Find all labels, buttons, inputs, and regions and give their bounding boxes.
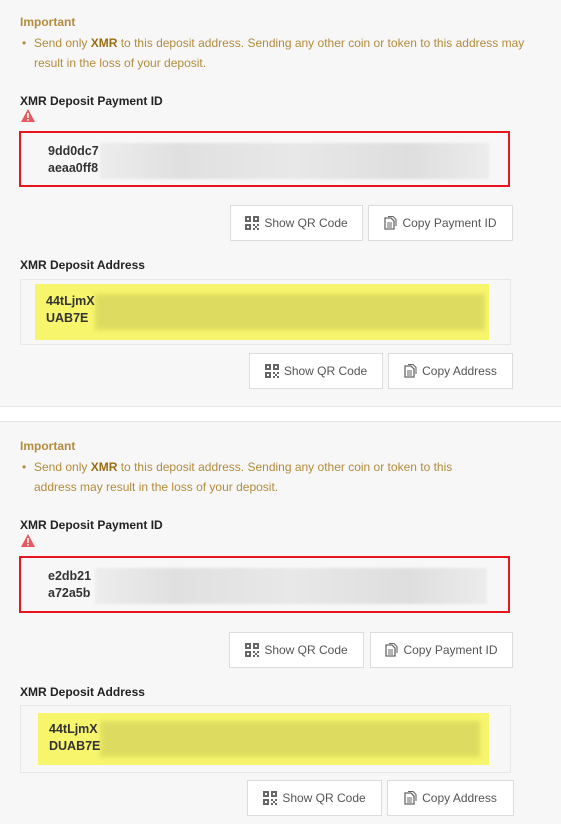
deposit-address-label: XMR Deposit Address	[20, 258, 145, 272]
qr-code-icon	[245, 643, 260, 657]
redacted-blur	[100, 721, 480, 757]
important-notice: Send only XMR to this deposit address. S…	[20, 33, 552, 73]
copy-address-button[interactable]: Copy Address	[388, 353, 513, 389]
payment-id-label: XMR Deposit Payment ID	[20, 94, 163, 108]
deposit-address-box[interactable]: 44tLjmX DUAB7E	[20, 705, 511, 773]
show-qr-code-address-button[interactable]: Show QR Code	[247, 780, 382, 816]
coin-name: XMR	[90, 36, 118, 50]
qr-code-icon	[264, 364, 279, 378]
show-qr-code-payment-id-button[interactable]: Show QR Code	[230, 205, 363, 241]
important-notice: Send only XMR to this deposit address. S…	[20, 457, 490, 497]
redacted-blur	[95, 568, 487, 604]
deposit-address-value[interactable]: 44tLjmX UAB7E	[46, 293, 95, 327]
payment-id-label: XMR Deposit Payment ID	[20, 518, 163, 532]
address-highlight: 44tLjmX DUAB7E	[38, 713, 489, 765]
qr-code-icon	[263, 791, 278, 805]
copy-document-icon	[404, 791, 417, 805]
address-highlight: 44tLjmX UAB7E	[35, 284, 489, 340]
qr-code-icon	[245, 216, 260, 230]
copy-address-button[interactable]: Copy Address	[387, 780, 514, 816]
copy-payment-id-button[interactable]: Copy Payment ID	[370, 632, 513, 668]
copy-payment-id-button[interactable]: Copy Payment ID	[368, 205, 513, 241]
show-qr-code-payment-id-button[interactable]: Show QR Code	[229, 632, 364, 668]
deposit-address-label: XMR Deposit Address	[20, 685, 145, 699]
copy-document-icon	[384, 216, 398, 230]
important-title: Important	[20, 15, 76, 29]
deposit-panel-2: Important Send only XMR to this deposit …	[0, 421, 561, 824]
copy-document-icon	[404, 364, 417, 378]
deposit-address-value[interactable]: 44tLjmX DUAB7E	[49, 721, 100, 755]
warning-triangle-icon	[21, 534, 35, 547]
redacted-blur	[95, 294, 485, 330]
coin-name: XMR	[90, 460, 118, 474]
show-qr-code-address-button[interactable]: Show QR Code	[249, 353, 383, 389]
redacted-blur	[100, 143, 489, 179]
deposit-panel-1: Important Send only XMR to this deposit …	[0, 0, 561, 407]
payment-id-box[interactable]: e2db21 a72a5b	[19, 556, 510, 613]
notice-item: Send only XMR to this deposit address. S…	[22, 457, 490, 497]
important-title: Important	[20, 439, 76, 453]
payment-id-value[interactable]: 9dd0dc7 aeaa0ff8	[48, 143, 99, 177]
payment-id-value[interactable]: e2db21 a72a5b	[48, 568, 91, 602]
copy-document-icon	[385, 643, 399, 657]
payment-id-box[interactable]: 9dd0dc7 aeaa0ff8	[19, 131, 510, 187]
warning-triangle-icon	[21, 109, 35, 122]
notice-item: Send only XMR to this deposit address. S…	[22, 33, 552, 73]
deposit-address-box[interactable]: 44tLjmX UAB7E	[20, 279, 511, 345]
